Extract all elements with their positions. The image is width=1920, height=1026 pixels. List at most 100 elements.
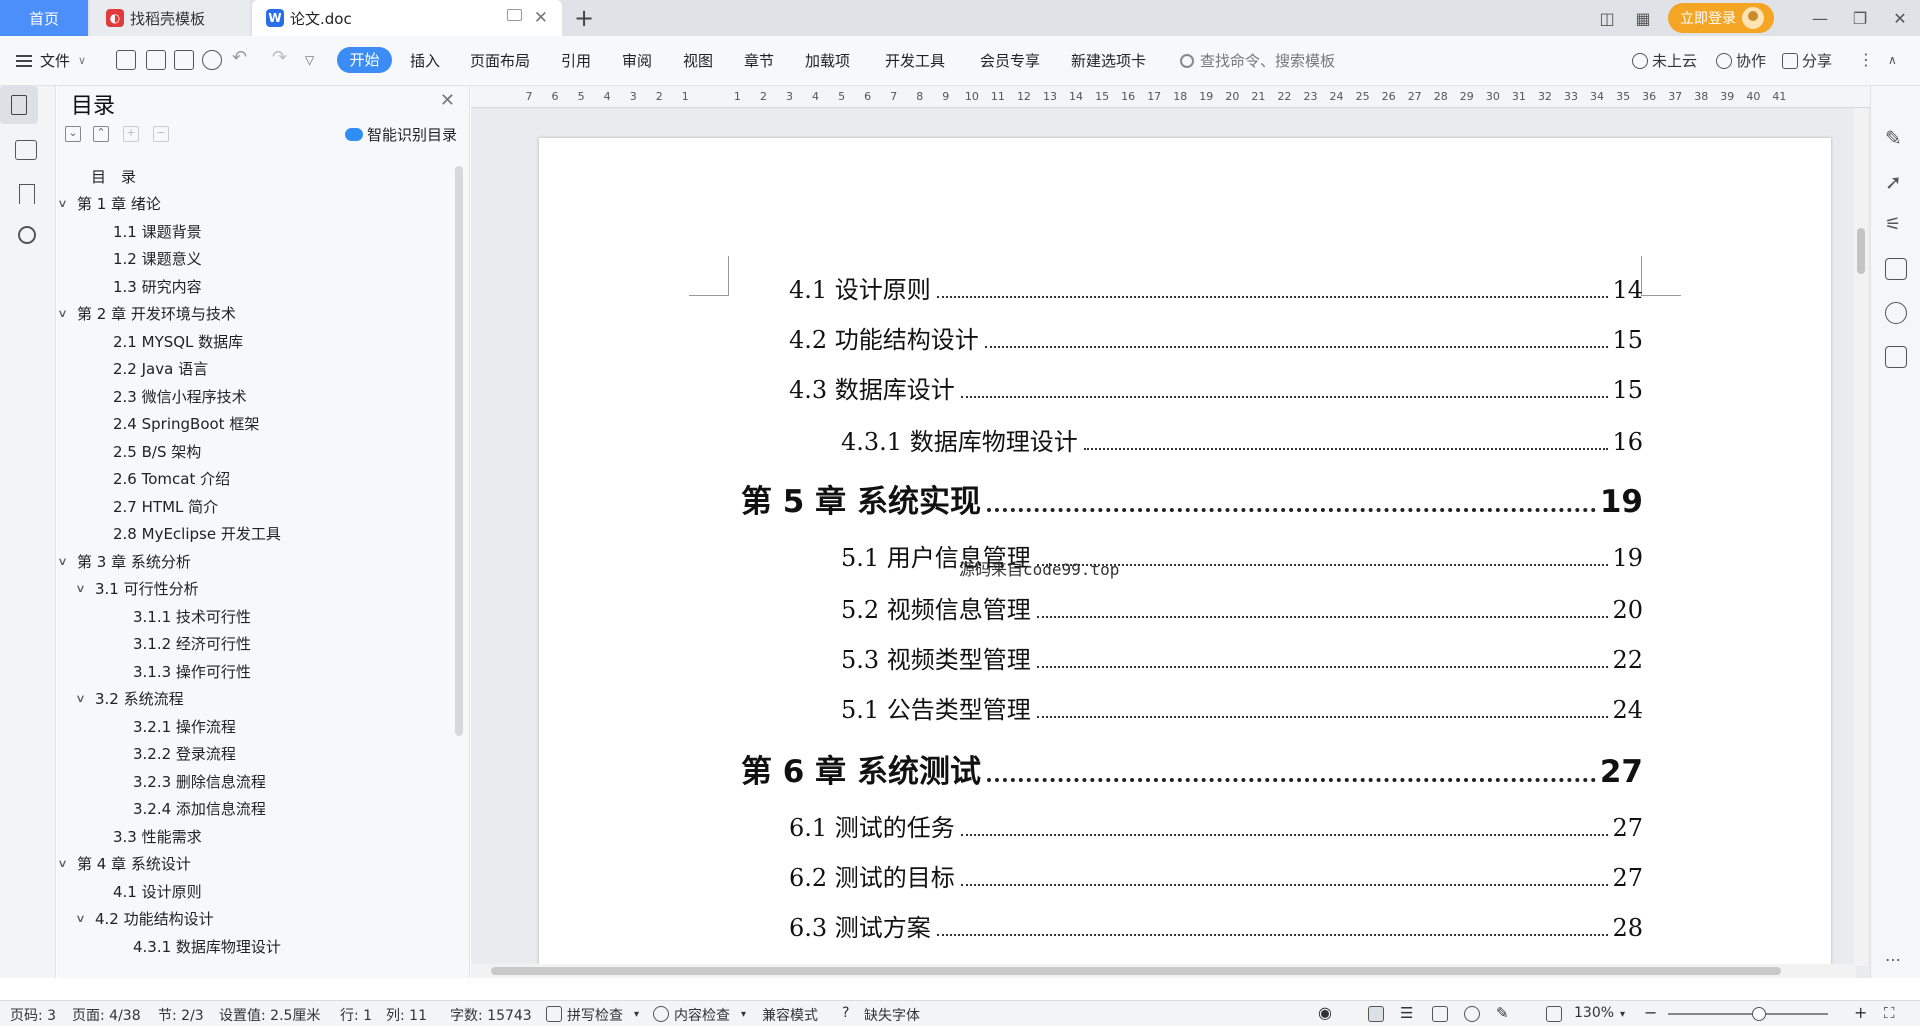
smart-toc-button[interactable]: 智能识别目录 [344, 124, 457, 145]
ribbon-tab-chapter[interactable]: 章节 [744, 50, 774, 71]
add-level-icon[interactable]: + [123, 126, 139, 142]
toc-item[interactable]: 2.6 Tomcat 介绍 [113, 466, 230, 492]
outline-view-icon[interactable]: ☰ [1400, 1004, 1413, 1022]
toc-scrollbar[interactable] [455, 166, 463, 736]
eye-protection-icon[interactable]: ◉ [1318, 1003, 1332, 1022]
toc-item[interactable]: 1.2 课题意义 [113, 246, 202, 272]
zoom-level[interactable]: 130% [1574, 1005, 1614, 1021]
spell-dropdown-icon[interactable]: ▾ [634, 1009, 639, 1020]
content-check-button[interactable]: 内容检查 [674, 1005, 730, 1025]
toc-item[interactable]: 3.1.2 经济可行性 [133, 631, 251, 657]
close-tab-icon[interactable]: ✕ [534, 8, 548, 28]
tab-home[interactable]: 首页 [0, 0, 88, 36]
status-word-count[interactable]: 字数: 15743 [450, 1005, 532, 1025]
expand-caret-icon[interactable]: ∨ [75, 912, 91, 925]
ribbon-tab-addins[interactable]: 加载项 [805, 50, 850, 71]
more-options-icon[interactable]: ⋮ [1858, 50, 1874, 69]
close-icon[interactable]: ✕ [440, 90, 455, 111]
toc-item[interactable]: 2.3 微信小程序技术 [113, 383, 247, 409]
ribbon-tab-new[interactable]: 新建选项卡 [1071, 50, 1146, 71]
collapse-ribbon-icon[interactable]: ∧ [1888, 53, 1897, 67]
ribbon-tab-member[interactable]: 会员专享 [980, 50, 1040, 71]
expand-all-icon[interactable]: ⌄ [65, 126, 81, 142]
page-view-icon[interactable] [1368, 1006, 1384, 1022]
vertical-scrollbar[interactable] [1854, 108, 1868, 966]
print-preview-icon[interactable] [202, 50, 222, 70]
reading-icon[interactable] [1885, 346, 1907, 368]
toc-item[interactable]: 3.2.4 添加信息流程 [133, 796, 266, 822]
toc-item[interactable]: 2.4 SpringBoot 框架 [113, 411, 259, 437]
toc-entry[interactable]: 4.2 功能结构设计 15 [789, 320, 1643, 355]
toc-item[interactable]: ∨ 第 4 章 系统设计 [57, 851, 191, 877]
expand-caret-icon[interactable]: ∨ [57, 307, 73, 320]
toc-item[interactable]: 3.2.2 登录流程 [133, 741, 236, 767]
vertical-scroll-thumb[interactable] [1857, 228, 1865, 274]
folder-icon[interactable] [15, 140, 37, 160]
ribbon-tab-review[interactable]: 审阅 [622, 50, 652, 71]
collaborate-button[interactable]: 协作 [1716, 50, 1766, 71]
ribbon-tab-developer[interactable]: 开发工具 [885, 50, 945, 71]
layout-toggle-icon[interactable]: ◫ [1596, 7, 1618, 29]
login-button[interactable]: 立即登录 [1668, 3, 1774, 33]
zoom-slider-handle[interactable] [1752, 1007, 1766, 1021]
restore-icon[interactable]: ❐ [1840, 9, 1880, 28]
status-page-number[interactable]: 页码: 3 [10, 1005, 56, 1025]
toc-item[interactable]: 目 录 [91, 163, 136, 189]
new-tab-button[interactable]: + [574, 4, 594, 32]
toc-entry[interactable]: 4.3.1 数据库物理设计 16 [841, 422, 1643, 457]
remove-level-icon[interactable]: − [153, 126, 169, 142]
status-pages[interactable]: 页面: 4/38 [72, 1005, 141, 1025]
grid-apps-icon[interactable]: ▦ [1632, 7, 1654, 29]
expand-caret-icon[interactable]: ∨ [57, 857, 73, 870]
pen-icon[interactable]: ✎ [1885, 126, 1907, 150]
image-tools-icon[interactable] [1885, 258, 1907, 280]
toc-item[interactable]: 4.3.1 数据库物理设计 [133, 933, 281, 959]
save-icon[interactable] [116, 50, 136, 70]
zoom-slider[interactable] [1668, 1013, 1828, 1015]
write-mode-icon[interactable]: ✎ [1496, 1004, 1509, 1022]
search-icon[interactable] [18, 226, 36, 244]
toc-entry[interactable]: 6.2 测试的目标 27 [789, 858, 1643, 893]
ribbon-tab-references[interactable]: 引用 [561, 50, 591, 71]
fullscreen-icon[interactable]: ⛶ [1884, 1004, 1895, 1022]
bookmark-icon[interactable] [19, 184, 35, 204]
content-dropdown-icon[interactable]: ▾ [741, 1009, 746, 1020]
toc-item[interactable]: 2.2 Java 语言 [113, 356, 208, 382]
toc-item[interactable]: ∨第 5 章 系统实现 [59, 961, 191, 964]
toc-item[interactable]: 2.1 MYSQL 数据库 [113, 328, 243, 354]
quick-access-dropdown-icon[interactable]: ▽ [305, 53, 314, 67]
ribbon-tab-view[interactable]: 视图 [683, 50, 713, 71]
toc-item[interactable]: ∨ 3.2 系统流程 [75, 686, 183, 712]
toc-entry[interactable]: 6.3 测试方案 28 [789, 908, 1643, 943]
adjust-icon[interactable]: ⚟ [1885, 214, 1907, 236]
toc-entry[interactable]: 5.3 视频类型管理 22 [841, 640, 1643, 675]
print-icon[interactable] [174, 50, 194, 70]
toc-entry[interactable]: 第 6 章 系统测试 27 [741, 746, 1643, 791]
zoom-out-icon[interactable]: − [1644, 1003, 1657, 1022]
ribbon-tab-page-layout[interactable]: 页面布局 [470, 50, 530, 71]
minimize-icon[interactable]: — [1800, 9, 1840, 28]
pin-tab-icon[interactable] [507, 9, 522, 21]
collapse-all-icon[interactable]: ⌃ [93, 126, 109, 142]
toc-item[interactable]: 3.1.3 操作可行性 [133, 658, 251, 684]
ribbon-tab-insert[interactable]: 插入 [410, 50, 440, 71]
more-tools-icon[interactable]: ⋯ [1885, 950, 1907, 972]
toc-entry[interactable]: 第 5 章 系统实现 19 [741, 476, 1643, 521]
toc-item[interactable]: 2.5 B/S 架构 [113, 438, 201, 464]
toc-item[interactable]: 3.3 性能需求 [113, 823, 202, 849]
ai-assistant-icon[interactable] [1885, 302, 1907, 324]
undo-icon[interactable]: ↶ [232, 47, 247, 68]
zoom-dropdown-icon[interactable]: ▾ [1620, 1009, 1625, 1020]
share-button[interactable]: 分享 [1782, 50, 1832, 71]
fit-page-icon[interactable] [1546, 1006, 1562, 1022]
expand-caret-icon[interactable]: ∨ [75, 692, 91, 705]
toc-item[interactable]: 3.1.1 技术可行性 [133, 603, 251, 629]
web-view-icon[interactable] [1464, 1006, 1480, 1022]
close-window-icon[interactable]: ✕ [1880, 9, 1920, 28]
horizontal-ruler[interactable]: 7 6 5 4 3 2 1 1 2 3 4 5 6 7 8 9 10 11 12 13 14 15 16 17 18 19 20 21… [471, 86, 1870, 108]
missing-font-button[interactable]: 缺失字体 [864, 1005, 920, 1025]
toc-item[interactable]: 2.8 MyEclipse 开发工具 [113, 521, 281, 547]
toc-item[interactable]: ∨ 3.1 可行性分析 [75, 576, 198, 602]
toc-panel-button[interactable] [0, 86, 38, 124]
command-search-input[interactable]: 查找命令、搜索模板 [1180, 50, 1335, 71]
